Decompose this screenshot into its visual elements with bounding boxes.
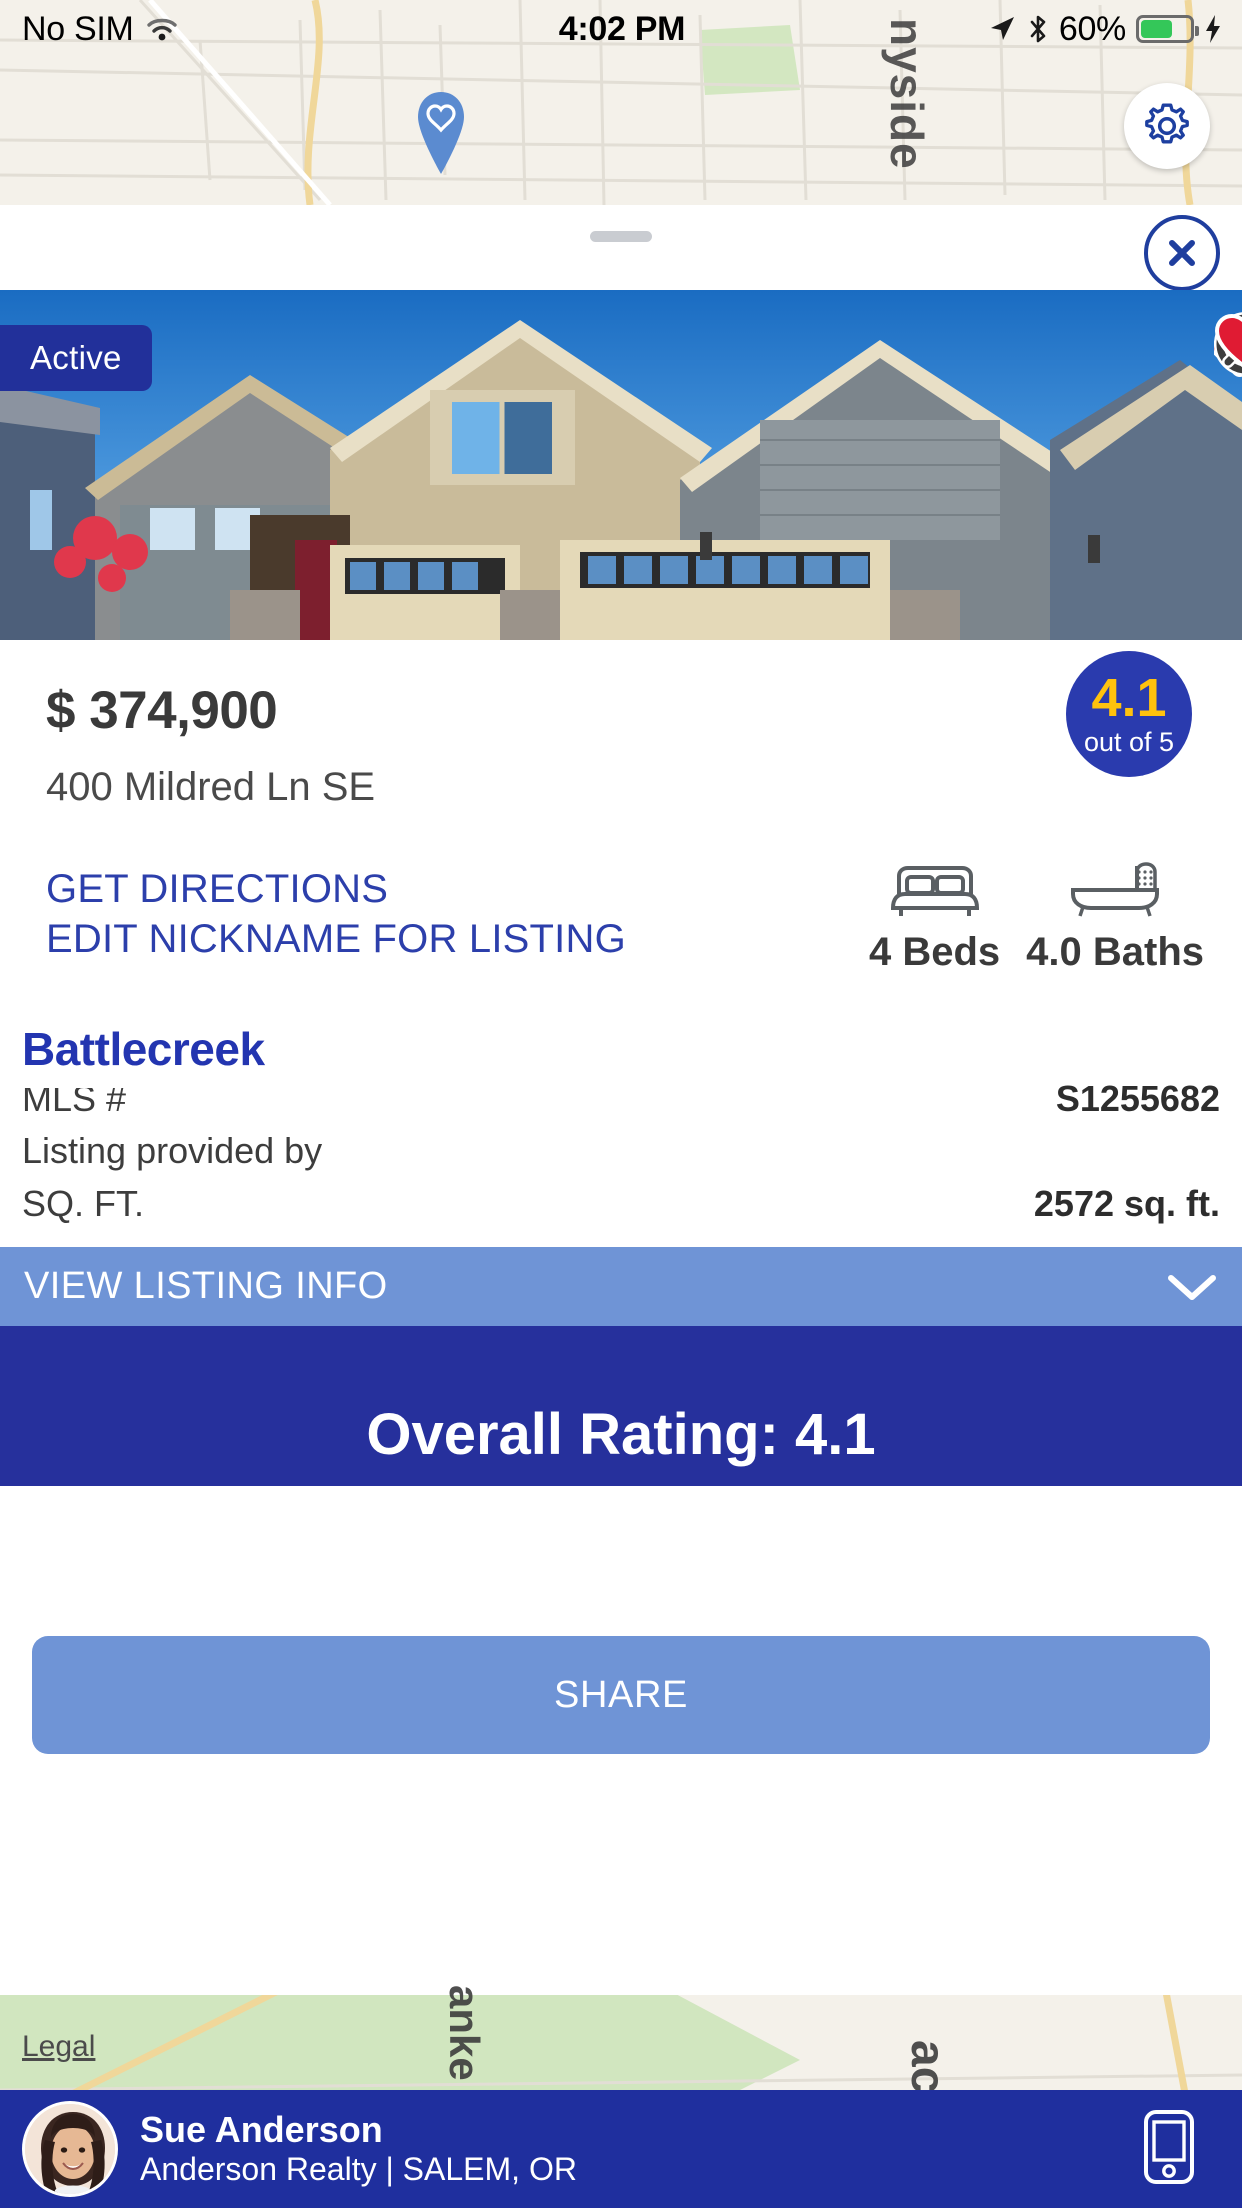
carrier-label: No SIM: [22, 9, 134, 48]
sheet-drag-handle[interactable]: [590, 231, 652, 242]
app-root: nyside No SIM 4:02 PM 60% anke acif Lega…: [0, 0, 1242, 2208]
detail-row-sqft: SQ. FT. 2572 sq. ft.: [0, 1183, 1242, 1225]
listing-price: $ 374,900: [46, 681, 278, 740]
property-features: 4 Beds 4.0 Baths: [869, 860, 1204, 975]
rating-badge[interactable]: 4.1 out of 5: [1066, 651, 1192, 777]
red-heart-icon[interactable]: [1214, 312, 1242, 374]
bed-icon: [890, 866, 979, 916]
detail-value-sqft: 2572 sq. ft.: [1033, 1183, 1220, 1224]
overall-rating-title: Overall Rating: 4.1: [366, 1402, 876, 1467]
legal-link[interactable]: Legal: [22, 2030, 95, 2064]
battery-icon: [1136, 15, 1199, 43]
gear-icon: [1145, 103, 1189, 144]
chevron-down-icon: [1168, 1274, 1216, 1300]
feature-baths-label: 4.0 Baths: [1026, 930, 1204, 974]
listing-nickname-tab: Battlecreek: [0, 1008, 303, 1088]
wifi-icon: [146, 18, 177, 41]
bathtub-icon: [1071, 862, 1160, 917]
agent-bar[interactable]: Sue Anderson Anderson Realty | SALEM, OR: [0, 2090, 1242, 2208]
status-bar: No SIM 4:02 PM 60%: [0, 0, 1242, 58]
status-bar-right: 60%: [685, 10, 1242, 49]
bluetooth-icon: [1030, 15, 1046, 43]
avatar-portrait: [25, 2104, 115, 2194]
battery-percent-label: 60%: [1058, 9, 1126, 48]
detail-row-provided-by: Listing provided by: [0, 1130, 1242, 1172]
status-bar-center: 4:02 PM: [558, 9, 686, 49]
share-button-container: SHARE: [0, 1615, 1242, 1775]
feature-beds-label: 4 Beds: [868, 930, 1001, 974]
location-arrow-icon: [990, 17, 1014, 40]
status-badge: Active: [0, 325, 152, 391]
charging-bolt-icon: [1206, 15, 1220, 43]
agent-company-location: Anderson Realty | SALEM, OR: [140, 2151, 577, 2188]
feature-beds: 4 Beds: [869, 860, 1000, 975]
map-settings-button[interactable]: [1124, 83, 1210, 169]
agent-info: Sue Anderson Anderson Realty | SALEM, OR: [140, 2109, 577, 2189]
agent-avatar[interactable]: [22, 2101, 118, 2197]
feature-baths: 4.0 Baths: [1026, 860, 1204, 975]
heart-map-pin-icon[interactable]: [410, 88, 472, 174]
rating-outof-label: out of 5: [1083, 726, 1175, 757]
house-photo-illustration: [0, 290, 1242, 640]
view-listing-info-bar[interactable]: VIEW LISTING INFO: [0, 1247, 1242, 1326]
contact-phone-button[interactable]: [1140, 2108, 1198, 2191]
detail-key-sqft: SQ. FT.: [22, 1183, 145, 1224]
map-label-parkway: anke: [441, 1985, 488, 2081]
status-bar-left: No SIM: [0, 10, 559, 49]
agent-name: Sue Anderson: [140, 2108, 383, 2150]
get-directions-link[interactable]: GET DIRECTIONS: [46, 867, 388, 912]
close-sheet-button[interactable]: [1144, 215, 1220, 291]
view-listing-info-label: VIEW LISTING INFO: [24, 1265, 388, 1307]
share-button[interactable]: SHARE: [32, 1636, 1210, 1754]
listing-address: 400 Mildred Ln SE: [46, 765, 376, 809]
clock-label: 4:02 PM: [558, 9, 686, 48]
rating-value: 4.1: [1091, 667, 1167, 728]
close-x-icon: [1169, 240, 1195, 266]
detail-key-provided-by: Listing provided by: [22, 1130, 323, 1171]
edit-nickname-link[interactable]: EDIT NICKNAME FOR LISTING: [46, 917, 626, 962]
listing-photo[interactable]: Active: [0, 290, 1242, 640]
overall-rating-section: Overall Rating: 4.1: [0, 1326, 1242, 1486]
mobile-phone-icon: [1144, 2109, 1194, 2184]
detail-value-mls: S1255682: [1055, 1078, 1220, 1119]
listing-nickname: Battlecreek: [22, 1023, 265, 1075]
